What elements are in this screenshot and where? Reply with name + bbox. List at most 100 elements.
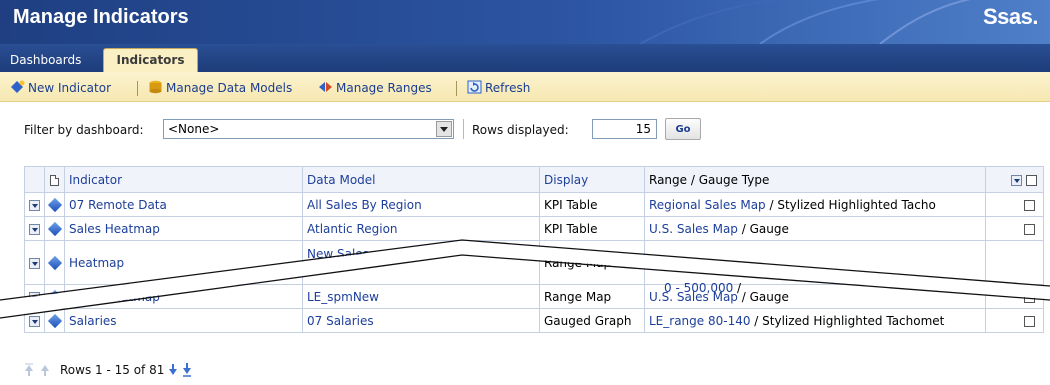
refresh-button[interactable]: Refresh — [467, 80, 530, 96]
row-menu-icon[interactable] — [29, 223, 40, 235]
indicator-link[interactable]: Sales Heatmap — [64, 284, 303, 309]
row-checkbox[interactable] — [1024, 223, 1035, 235]
table-header-row: Indicator Data Model Display Range / Gau… — [24, 166, 1044, 193]
data-model-link[interactable]: 07 Salaries — [302, 308, 540, 333]
manage-ranges-label: Manage Ranges — [336, 81, 432, 95]
refresh-icon — [467, 80, 482, 94]
toolbar-divider — [456, 81, 457, 96]
gauge-type-text: / Stylized Highlighted Tachomet — [750, 313, 945, 328]
select-all-checkbox[interactable] — [1026, 174, 1037, 186]
column-header-range-gauge: Range / Gauge Type — [644, 166, 986, 193]
range-gauge-cell: LE_range 80-140 / Stylized Highlighted T… — [644, 308, 986, 333]
gauge-type-text: / Stylized Highlighted Tacho — [765, 197, 936, 212]
data-model-link[interactable]: LE_spmNew — [302, 284, 540, 309]
row-menu-icon[interactable] — [29, 199, 40, 211]
indicators-table: Indicator Data Model Display Range / Gau… — [24, 166, 1044, 333]
rows-displayed-input[interactable] — [592, 119, 657, 139]
indicator-link[interactable]: Salaries — [64, 308, 303, 333]
filter-divider — [463, 119, 464, 139]
row-menu-icon[interactable] — [29, 291, 40, 303]
page-title: Manage Indicators — [13, 6, 189, 28]
header-select-cell — [985, 166, 1044, 193]
row-select-cell — [985, 308, 1044, 333]
row-menu-cell — [24, 192, 45, 217]
row-checkbox[interactable] — [1024, 291, 1035, 303]
table-row: Salaries 07 Salaries Gauged Graph LE_ran… — [24, 308, 1044, 333]
display-cell: KPI Table — [539, 192, 645, 217]
row-checkbox[interactable] — [1024, 315, 1035, 327]
last-page-icon[interactable] — [182, 363, 192, 377]
indicator-icon — [47, 313, 62, 329]
chevron-down-icon[interactable] — [436, 121, 452, 137]
range-gauge-cell — [644, 240, 986, 285]
range-link[interactable]: LE_range 80-140 — [649, 314, 750, 328]
sas-logo: Ssas. — [983, 4, 1039, 29]
display-cell: Range Map — [539, 240, 645, 285]
tab-strip: Dashboards Indicators — [0, 44, 1050, 72]
toolbar: New Indicator Manage Data Models Manage … — [0, 72, 1050, 102]
column-header-data-model[interactable]: Data Model — [302, 166, 540, 193]
range-value: 0 - 500,000 — [664, 281, 734, 295]
table-row: Heatmap New Sales Range Map — [24, 240, 1044, 285]
range-link[interactable]: Regional Sales Map — [649, 198, 766, 212]
row-menu-icon[interactable] — [29, 315, 40, 327]
indicator-icon — [47, 197, 62, 213]
data-model-link[interactable]: All Sales By Region — [302, 192, 540, 217]
range-gauge-cell: U.S. Sales Map / Gauge — [644, 216, 986, 241]
table-row: Sales Heatmap Atlantic Region KPI Table … — [24, 216, 1044, 241]
indicator-link[interactable]: Sales Heatmap — [64, 216, 303, 241]
filter-by-dashboard-label: Filter by dashboard: — [24, 123, 144, 137]
row-type-cell — [44, 284, 65, 309]
row-select-cell — [985, 240, 1044, 285]
row-checkbox[interactable] — [1024, 199, 1035, 211]
new-indicator-button[interactable]: New Indicator — [10, 80, 111, 96]
indicator-link[interactable]: 07 Remote Data — [64, 192, 303, 217]
row-menu-icon[interactable] — [29, 257, 40, 269]
select-menu-icon[interactable] — [1011, 174, 1023, 186]
ranges-icon — [319, 82, 332, 92]
row-select-cell — [985, 192, 1044, 217]
pager-status: Rows 1 - 15 of 81 — [60, 363, 165, 377]
first-page-icon[interactable] — [24, 363, 34, 377]
indicator-link[interactable]: Heatmap — [64, 240, 303, 285]
refresh-label: Refresh — [485, 81, 531, 95]
go-button[interactable]: Go — [665, 118, 701, 140]
column-header-display[interactable]: Display — [539, 166, 645, 193]
range-gauge-cell: Regional Sales Map / Stylized Highlighte… — [644, 192, 986, 217]
row-menu-cell — [24, 240, 45, 285]
table-row: 07 Remote Data All Sales By Region KPI T… — [24, 192, 1044, 217]
indicator-icon — [47, 221, 62, 237]
row-select-cell — [985, 216, 1044, 241]
tab-dashboards[interactable]: Dashboards — [4, 50, 87, 72]
toolbar-divider — [137, 81, 138, 96]
title-banner: Manage Indicators Ssas. — [0, 0, 1050, 44]
new-indicator-icon — [11, 80, 25, 93]
next-page-icon[interactable] — [168, 363, 178, 377]
dashboard-filter-value: <None> — [168, 122, 220, 136]
indicator-icon — [47, 289, 62, 305]
gauge-type-text: / — [733, 281, 742, 295]
rows-displayed-label: Rows displayed: — [472, 123, 569, 137]
data-model-link[interactable]: Atlantic Region — [302, 216, 540, 241]
row-menu-cell — [24, 216, 45, 241]
display-cell: KPI Table — [539, 216, 645, 241]
previous-page-icon[interactable] — [40, 363, 50, 377]
database-icon — [149, 80, 162, 94]
row-type-cell — [44, 216, 65, 241]
manage-ranges-button[interactable]: Manage Ranges — [318, 80, 432, 96]
dashboard-filter-select[interactable]: <None> — [163, 119, 454, 139]
column-header-indicator[interactable]: Indicator — [64, 166, 303, 193]
tab-indicators[interactable]: Indicators — [103, 48, 198, 72]
gauge-type-text: / Gauge — [737, 221, 789, 236]
header-blank-cell — [24, 166, 45, 193]
range-link[interactable]: 0 - 500,000 / — [664, 281, 741, 295]
row-menu-cell — [24, 308, 45, 333]
indicator-icon — [47, 255, 62, 271]
display-cell: Range Map — [539, 284, 645, 309]
header-type-cell — [44, 166, 65, 193]
row-type-cell — [44, 240, 65, 285]
data-model-link[interactable]: New Sales — [302, 240, 540, 285]
range-link[interactable]: U.S. Sales Map — [649, 222, 738, 236]
manage-data-models-button[interactable]: Manage Data Models — [148, 80, 292, 96]
new-indicator-label: New Indicator — [28, 81, 112, 95]
